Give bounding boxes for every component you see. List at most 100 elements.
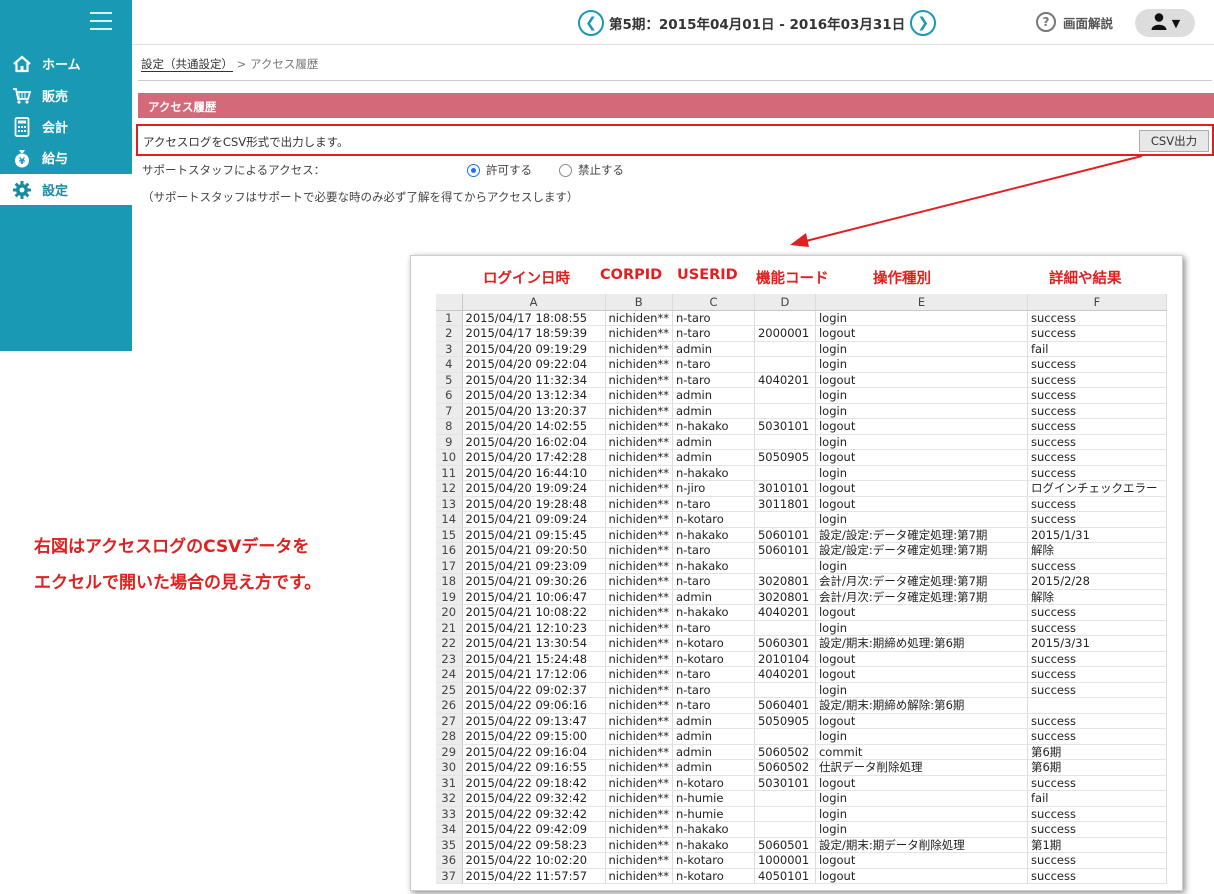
field-label-corpid: CORPID: [600, 267, 663, 283]
allow-radio[interactable]: [467, 163, 480, 177]
table-cell: 会計/月次:データ確定処理:第7期: [815, 589, 1028, 605]
table-row: 11 2015/04/20 16:44:10 nichiden** n-hakako l…: [436, 465, 1167, 481]
table-cell: 2015/04/22 09:13:47: [462, 713, 606, 729]
table-cell: nichiden**: [605, 449, 673, 466]
nav-item-sales[interactable]: 販売: [0, 80, 132, 111]
deny-label: 禁止する: [578, 163, 624, 177]
user-menu-button[interactable]: ▼: [1135, 9, 1195, 37]
table-cell: success: [1027, 620, 1167, 636]
row-number: 8: [436, 418, 463, 435]
prev-period-button[interactable]: ❮: [578, 10, 604, 36]
table-cell: admin: [672, 713, 755, 729]
table-cell: success: [1027, 806, 1167, 822]
table-cell: [1027, 697, 1167, 714]
table-row: 9 2015/04/20 16:02:04 nichiden** admin login…: [436, 434, 1167, 450]
table-cell: nichiden**: [605, 744, 673, 760]
table-row: 23 2015/04/21 15:24:48 nichiden** n-kotaro 2…: [436, 651, 1167, 667]
table-cell: login: [815, 558, 1028, 574]
table-row: 28 2015/04/22 09:15:00 nichiden** admin logi…: [436, 728, 1167, 745]
breadcrumb-parent-link[interactable]: 設定（共通設定）: [141, 57, 233, 72]
table-cell: nichiden**: [605, 620, 673, 636]
table-cell: nichiden**: [605, 434, 673, 450]
table-cell: nichiden**: [605, 759, 673, 776]
table-cell: success: [1027, 511, 1167, 528]
table-cell: 2015/04/22 09:18:42: [462, 775, 606, 791]
table-cell: login: [815, 682, 1028, 698]
next-period-button[interactable]: ❯: [910, 10, 937, 36]
table-cell: n-humie: [672, 806, 755, 822]
table-cell: admin: [672, 341, 755, 357]
nav-item-label: ホーム: [42, 58, 81, 73]
table-cell: 設定/設定:データ確定処理:第7期: [815, 542, 1028, 559]
field-label-detail-result: 詳細や結果: [1049, 271, 1122, 287]
nav-item-home[interactable]: ホーム: [0, 48, 132, 79]
table-cell: n-hakako: [672, 465, 755, 481]
row-number: 10: [436, 449, 463, 466]
svg-text:¥: ¥: [19, 157, 26, 167]
table-cell: nichiden**: [605, 635, 673, 652]
row-number: 12: [436, 480, 463, 497]
table-cell: success: [1027, 775, 1167, 791]
support-deny-option[interactable]: 禁止する: [559, 162, 624, 178]
section-header: アクセス履歴: [138, 93, 1214, 118]
table-cell: success: [1027, 387, 1167, 404]
table-cell: 設定/設定:データ確定処理:第7期: [815, 527, 1028, 543]
table-cell: success: [1027, 604, 1167, 621]
nav-item-label: 販売: [42, 90, 69, 105]
table-cell: success: [1027, 728, 1167, 745]
table-cell: logout: [815, 372, 1028, 388]
table-row: 37 2015/04/22 11:57:57 nichiden** n-kotaro 4…: [436, 868, 1167, 884]
help-link[interactable]: ? 画面解説: [1036, 12, 1113, 32]
table-cell: success: [1027, 713, 1167, 729]
table-cell: 2015/04/20 14:02:55: [462, 418, 606, 435]
table-cell: login: [815, 434, 1028, 450]
row-number: 24: [436, 666, 463, 683]
nav-item-label: 会計: [42, 121, 69, 136]
field-label-function-code: 機能コード: [756, 271, 829, 287]
row-number: 6: [436, 387, 463, 404]
table-cell: fail: [1027, 790, 1167, 807]
table-cell: 4040201: [754, 604, 816, 621]
menu-toggle[interactable]: [0, 0, 132, 44]
table-cell: n-kotaro: [672, 775, 755, 791]
table-cell: login: [815, 790, 1028, 807]
row-number: 13: [436, 496, 463, 512]
field-label-login-datetime: ログイン日時: [483, 271, 570, 287]
table-cell: success: [1027, 852, 1167, 869]
row-number: 23: [436, 651, 463, 667]
table-cell: 2015/04/21 15:24:48: [462, 651, 606, 667]
table-cell: 2015/04/17 18:59:39: [462, 325, 606, 342]
table-cell: admin: [672, 728, 755, 745]
column-header-row: ABCDEF: [436, 294, 1167, 311]
money-bag-icon: ¥: [11, 148, 33, 168]
table-cell: 5060301: [754, 635, 816, 652]
table-row: 29 2015/04/22 09:16:04 nichiden** admin 5060…: [436, 744, 1167, 760]
csv-export-button[interactable]: CSV出力: [1139, 130, 1209, 152]
table-cell: nichiden**: [605, 868, 673, 884]
table-cell: nichiden**: [605, 403, 673, 419]
nav-item-settings[interactable]: 設定: [0, 174, 132, 205]
table-row: 19 2015/04/21 10:06:47 nichiden** admin 3020…: [436, 589, 1167, 605]
table-cell: [754, 682, 816, 698]
row-number: 2: [436, 325, 463, 342]
column-header: B: [605, 294, 673, 311]
nav-item-accounting[interactable]: 会計: [0, 111, 132, 142]
table-cell: login: [815, 403, 1028, 419]
row-number: 27: [436, 713, 463, 729]
table-cell: success: [1027, 310, 1167, 326]
support-allow-option[interactable]: 許可する: [467, 162, 532, 178]
table-cell: 2015/04/21 09:20:50: [462, 542, 606, 559]
table-cell: 1000001: [754, 852, 816, 869]
table-cell: 第6期: [1027, 759, 1167, 776]
table-cell: [754, 806, 816, 822]
row-number: 29: [436, 744, 463, 760]
deny-radio[interactable]: [559, 163, 572, 177]
table-cell: 5050905: [754, 449, 816, 466]
row-number: 19: [436, 589, 463, 605]
nav-item-payroll[interactable]: ¥ 給与: [0, 142, 132, 173]
table-cell: 2015/04/21 17:12:06: [462, 666, 606, 683]
table-cell: success: [1027, 403, 1167, 419]
calculator-icon: [11, 116, 33, 137]
field-labels: ログイン日時 CORPID USERID 機能コード 操作種別 詳細や結果: [411, 267, 1182, 289]
period-selector: ❮ 第5期：2015年04月01日 - 2016年03月31日 ❯: [578, 10, 937, 36]
